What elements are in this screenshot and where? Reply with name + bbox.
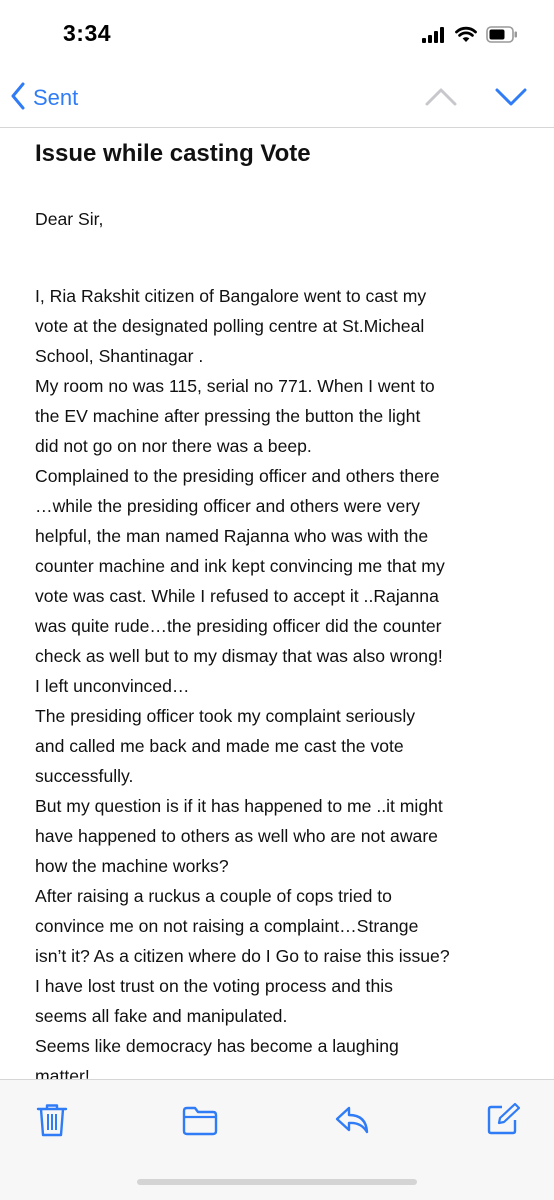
email-body-line: …while the presiding officer and others …: [35, 496, 420, 516]
email-body-line: helpful, the man named Rajanna who was w…: [35, 526, 429, 546]
chevron-left-icon: [10, 82, 26, 115]
email-body-line: After raising a ruckus a couple of cops …: [35, 886, 392, 906]
email-subject: Issue while casting Vote: [35, 140, 311, 167]
email-body-line: successfully.: [35, 766, 134, 786]
compose-icon: [486, 1102, 521, 1140]
email-body-line: did not go on nor there was a beep.: [35, 436, 312, 456]
email-body: Dear Sir, I, Ria Rakshit citizen of Bang…: [35, 204, 535, 1091]
email-body-line: how the machine works?: [35, 856, 229, 876]
email-body-line: Complained to the presiding officer and …: [35, 466, 440, 486]
reply-button[interactable]: [334, 1105, 370, 1140]
previous-message-button[interactable]: [424, 86, 458, 113]
email-body-line: have happened to others as well who are …: [35, 826, 438, 846]
email-greeting: Dear Sir,: [35, 209, 104, 229]
email-body-line: My room no was 115, serial no 771. When …: [35, 376, 435, 396]
wifi-icon: [455, 26, 477, 48]
move-to-folder-button[interactable]: [182, 1106, 218, 1141]
email-body-line: vote at the designated polling centre at…: [35, 316, 425, 336]
email-body-line: vote was cast. While I refused to accept…: [35, 586, 439, 606]
home-indicator: [137, 1179, 417, 1185]
status-icons: [422, 26, 518, 48]
battery-icon: [486, 26, 518, 48]
status-time: 3:34: [63, 20, 112, 46]
email-body-lines: I, Ria Rakshit citizen of Bangalore went…: [35, 281, 535, 1091]
header-divider: [0, 127, 554, 128]
email-body-line: counter machine and ink kept convincing …: [35, 556, 445, 576]
email-body-line: check as well but to my dismay that was …: [35, 646, 443, 666]
email-body-line: But my question is if it has happened to…: [35, 796, 443, 816]
email-body-line: I, Ria Rakshit citizen of Bangalore went…: [35, 286, 427, 306]
email-body-line: The presiding officer took my complaint …: [35, 706, 416, 726]
nav-bar: Sent: [0, 72, 554, 126]
email-body-line: convince me on not raising a complaint…S…: [35, 916, 419, 936]
bottom-toolbar: [0, 1080, 554, 1200]
next-message-button[interactable]: [494, 86, 528, 113]
email-body-line: Seems like democracy has become a laughi…: [35, 1036, 399, 1056]
email-body-line: isn’t it? As a citizen where do I Go to …: [35, 946, 450, 966]
back-button[interactable]: Sent: [10, 82, 78, 114]
email-body-line: the EV machine after pressing the button…: [35, 406, 421, 426]
email-body-line: seems all fake and manipulated.: [35, 1006, 288, 1026]
trash-icon: [36, 1104, 68, 1142]
email-body-line: School, Shantinagar .: [35, 346, 204, 366]
email-body-line: was quite rude…the presiding officer did…: [35, 616, 442, 636]
compose-button[interactable]: [486, 1102, 521, 1141]
email-body-line: I have lost trust on the voting process …: [35, 976, 393, 996]
email-body-line: and called me back and made me cast the …: [35, 736, 404, 756]
reply-icon: [334, 1106, 370, 1139]
chevron-down-icon: [494, 88, 528, 112]
back-label: Sent: [33, 85, 79, 110]
folder-icon: [182, 1106, 218, 1140]
chevron-up-icon: [424, 88, 458, 112]
delete-button[interactable]: [36, 1102, 68, 1143]
cellular-signal-icon: [422, 26, 446, 48]
status-bar: 3:34: [0, 0, 554, 70]
email-body-line: I left unconvinced…: [35, 676, 190, 696]
